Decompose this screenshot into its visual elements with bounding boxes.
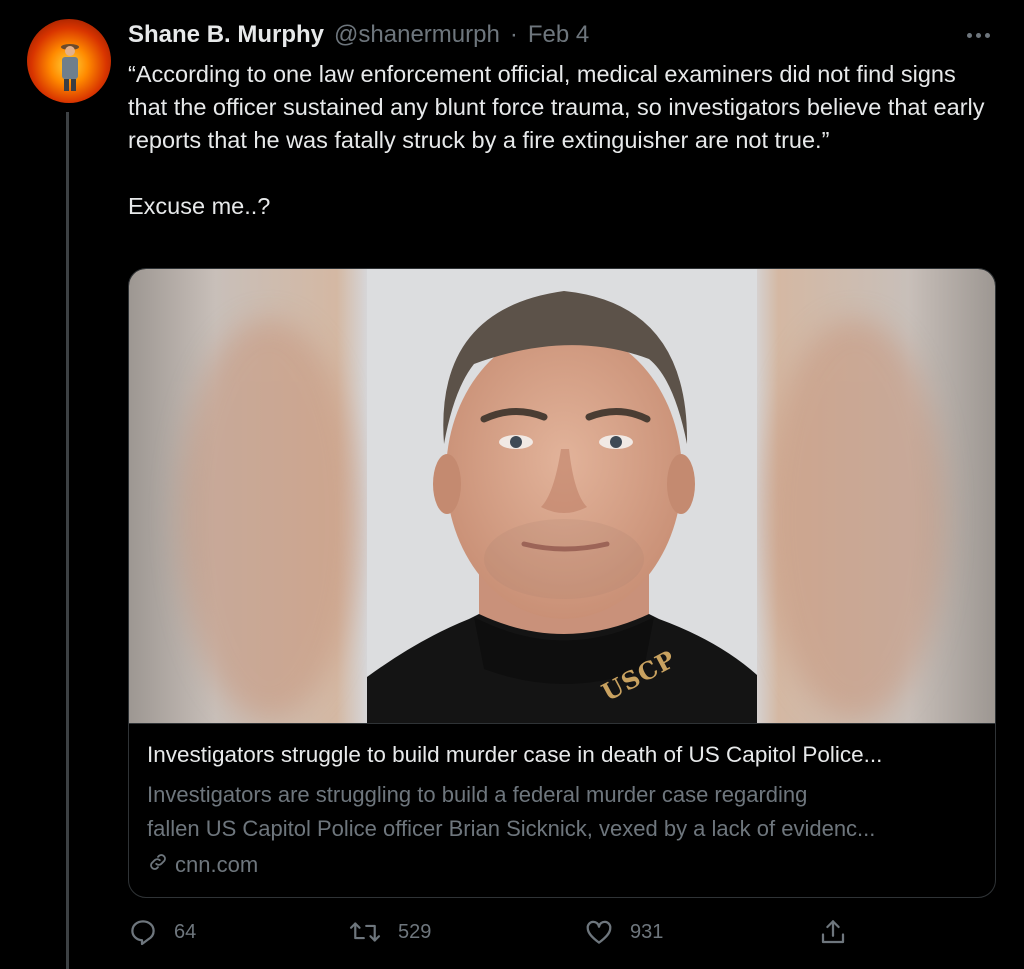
card-image[interactable]: USCP	[129, 269, 995, 723]
action-bar: 64 529 931	[128, 914, 998, 950]
tweet-text-paragraph: Excuse me..?	[128, 193, 271, 219]
heart-icon	[584, 917, 614, 947]
share-button[interactable]	[818, 914, 848, 950]
card-domain[interactable]: cnn.com	[147, 848, 258, 882]
retweet-icon	[348, 917, 382, 947]
tweet-container: Shane B. Murphy @shanermurph · Feb 4 “Ac…	[0, 0, 1024, 969]
card-description-line: fallen US Capitol Police officer Brian S…	[147, 816, 876, 841]
link-card[interactable]: USCP Investigators struggle to build mur…	[128, 268, 996, 898]
tweet-date[interactable]: Feb 4	[528, 21, 589, 49]
card-domain-text: cnn.com	[175, 852, 259, 877]
author-name[interactable]: Shane B. Murphy	[128, 21, 324, 49]
tweet-header: Shane B. Murphy @shanermurph · Feb 4	[128, 20, 589, 50]
author-handle[interactable]: @shanermurph	[334, 21, 500, 49]
tweet-text-paragraph: “According to one law enforcement offici…	[128, 61, 985, 153]
reply-count: 64	[174, 920, 197, 943]
reply-icon	[128, 917, 158, 947]
separator-dot: ·	[509, 21, 518, 48]
avatar[interactable]	[27, 19, 111, 103]
reply-button[interactable]: 64	[128, 914, 196, 950]
card-body[interactable]: Investigators struggle to build murder c…	[129, 723, 995, 897]
card-description-line: Investigators are struggling to build a …	[147, 782, 808, 807]
link-icon	[147, 851, 169, 879]
like-button[interactable]: 931	[584, 914, 663, 950]
retweet-count: 529	[398, 920, 432, 943]
more-icon[interactable]	[960, 24, 996, 46]
card-description: Investigators are struggling to build a …	[147, 778, 977, 846]
thread-line	[66, 112, 69, 969]
share-icon	[818, 917, 848, 947]
like-count: 931	[630, 920, 664, 943]
retweet-button[interactable]: 529	[348, 914, 431, 950]
tweet-text: “According to one law enforcement offici…	[128, 58, 998, 223]
card-title[interactable]: Investigators struggle to build murder c…	[147, 742, 977, 768]
